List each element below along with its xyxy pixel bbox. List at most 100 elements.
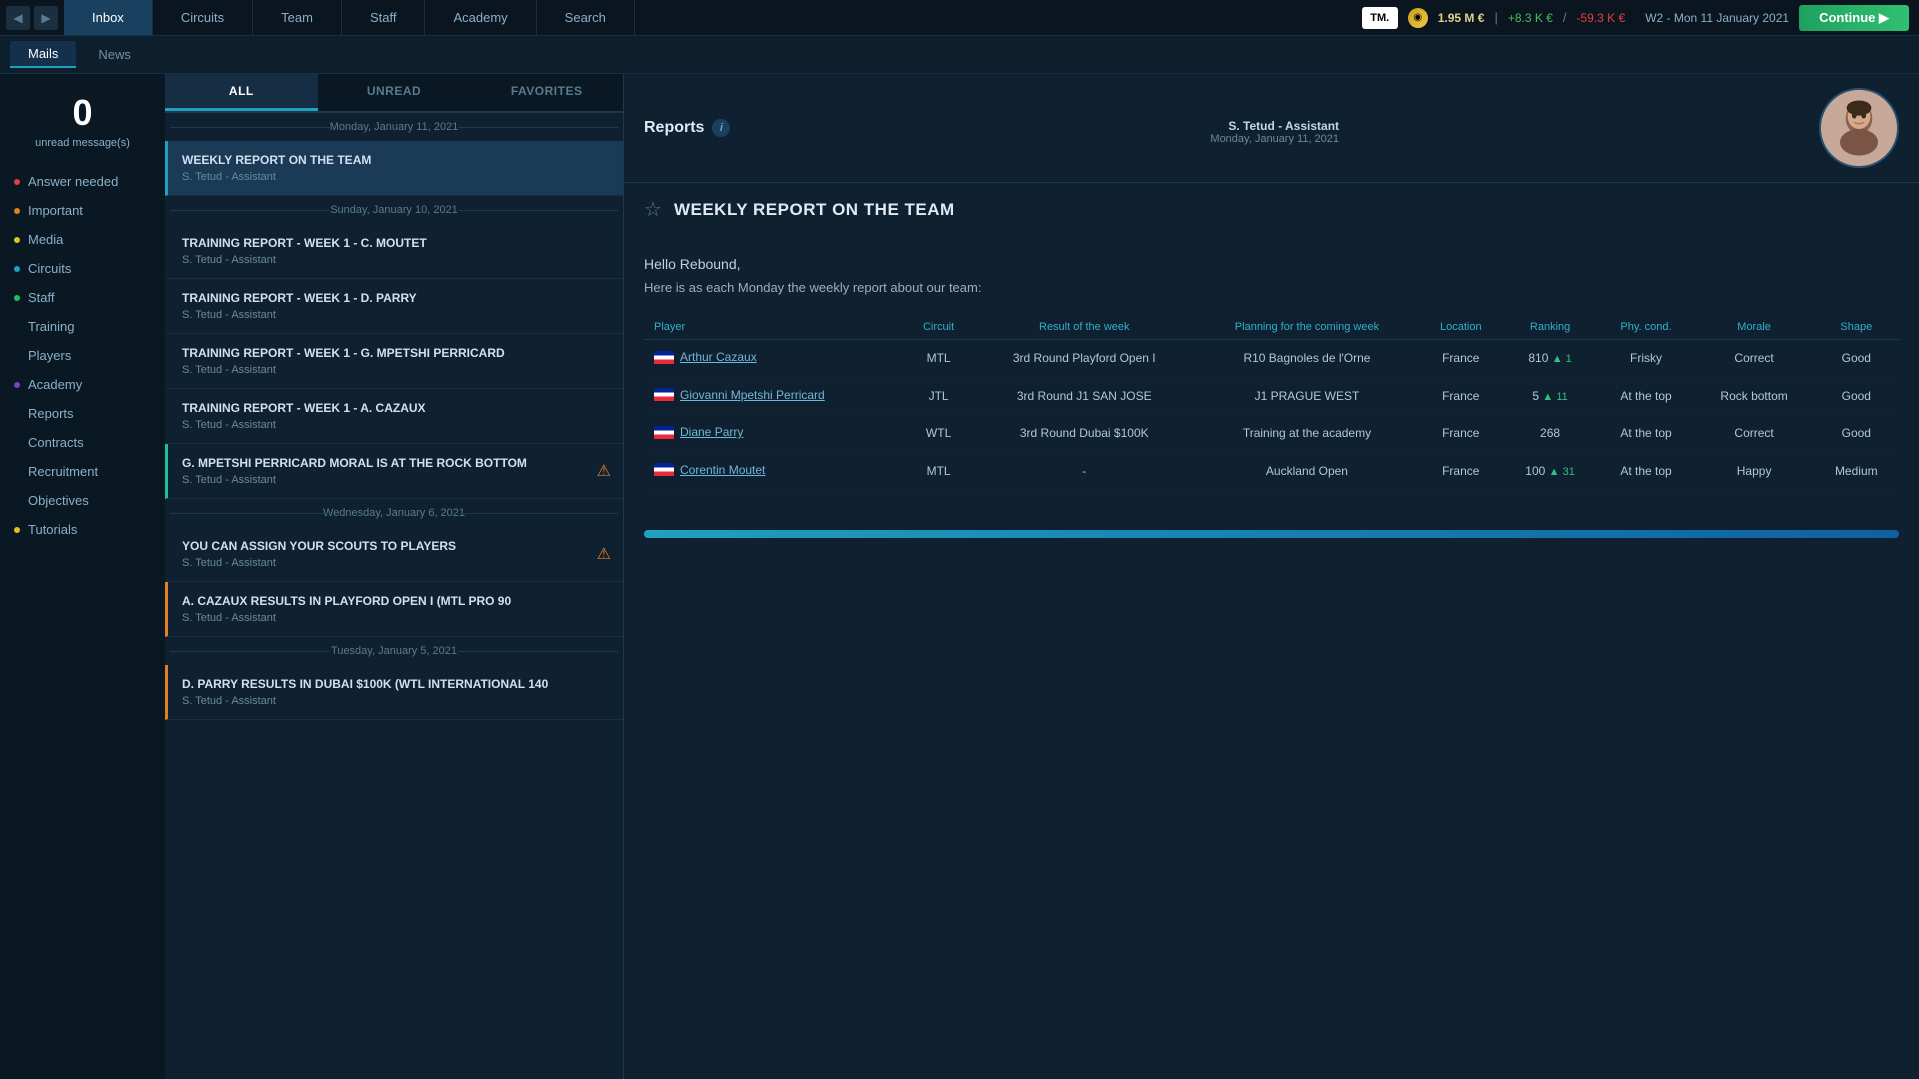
col-location: Location (1419, 315, 1503, 340)
mail-item[interactable]: TRAINING REPORT - WEEK 1 - G. MPETSHI PE… (165, 334, 623, 389)
table-row: Giovanni Mpetshi Perricard JTL3rd Round J… (644, 377, 1899, 415)
sidebar-label: Staff (28, 290, 55, 305)
location-cell: France (1419, 415, 1503, 453)
info-icon[interactable]: i (712, 119, 730, 137)
col-morale: Morale (1695, 315, 1814, 340)
result-cell: 3rd Round J1 SAN JOSE (973, 377, 1195, 415)
avatar (1819, 88, 1899, 168)
sidebar-item-players[interactable]: Players (0, 341, 165, 370)
mail-item-sender: S. Tetud - Assistant (182, 364, 609, 376)
report-header: Reports i S. Tetud - Assistant Monday, J… (624, 74, 1919, 183)
morale-cell: Rock bottom (1695, 377, 1814, 415)
player-link[interactable]: Giovanni Mpetshi Perricard (680, 388, 825, 402)
mail-tab-all[interactable]: ALL (165, 74, 318, 111)
morale-cell: Correct (1695, 340, 1814, 378)
sidebar-item-staff[interactable]: Staff (0, 283, 165, 312)
sidebar-item-circuits[interactable]: Circuits (0, 254, 165, 283)
mail-item[interactable]: TRAINING REPORT - WEEK 1 - A. CAZAUX S. … (165, 389, 623, 444)
sidebar-label: Reports (28, 406, 74, 421)
sidebar-label: Contracts (28, 435, 84, 450)
player-link[interactable]: Diane Parry (680, 425, 743, 439)
shape-cell: Good (1814, 415, 1899, 453)
mail-item[interactable]: D. PARRY RESULTS IN DUBAI $100K (WTL INT… (165, 665, 623, 720)
mail-item[interactable]: TRAINING REPORT - WEEK 1 - C. MOUTET S. … (165, 224, 623, 279)
mail-item[interactable]: G. MPETSHI PERRICARD MORAL IS AT THE ROC… (165, 444, 623, 499)
week-info: W2 - Mon 11 January 2021 (1645, 11, 1789, 25)
nav-tab-inbox[interactable]: Inbox (64, 0, 153, 35)
tab-news[interactable]: News (80, 42, 149, 67)
player-link[interactable]: Arthur Cazaux (680, 350, 757, 364)
sidebar-item-objectives[interactable]: Objectives (0, 486, 165, 515)
sidebar-item-academy[interactable]: Academy (0, 370, 165, 399)
ranking-change: ▲ 31 (1549, 466, 1575, 478)
dot-icon (14, 469, 20, 475)
player-cell: Corentin Moutet (644, 452, 904, 490)
player-link[interactable]: Corentin Moutet (680, 463, 765, 477)
mail-list-panel: ALL UNREAD FAVORITES Monday, January 11,… (165, 74, 623, 1079)
tm-logo: TM. (1362, 7, 1398, 29)
dot-icon (14, 527, 20, 533)
mail-item[interactable]: TRAINING REPORT - WEEK 1 - D. PARRY S. T… (165, 279, 623, 334)
unread-number: 0 (0, 92, 165, 134)
report-title-area: Reports i (644, 119, 730, 137)
nav-tab-search[interactable]: Search (537, 0, 635, 35)
unread-count: 0 unread message(s) (0, 84, 165, 157)
result-cell: 3rd Round Dubai $100K (973, 415, 1195, 453)
morale-cell: Correct (1695, 415, 1814, 453)
sidebar-item-important[interactable]: Important (0, 196, 165, 225)
dot-icon (14, 208, 20, 214)
circuit-cell: MTL (904, 340, 974, 378)
weekly-title: ☆ WEEKLY REPORT ON THE TEAM (624, 183, 1919, 236)
nav-tab-circuits[interactable]: Circuits (153, 0, 253, 35)
mail-item-sender: S. Tetud - Assistant (182, 419, 609, 431)
mail-item-title: G. MPETSHI PERRICARD MORAL IS AT THE ROC… (182, 456, 609, 470)
mail-tabs: ALL UNREAD FAVORITES (165, 74, 623, 113)
sidebar-item-training[interactable]: Training (0, 312, 165, 341)
back-arrow[interactable]: ◀ (6, 6, 30, 30)
avatar-image (1821, 90, 1897, 166)
bottom-bar (644, 530, 1899, 538)
mail-tab-favorites[interactable]: FAVORITES (470, 74, 623, 111)
nav-tab-academy[interactable]: Academy (425, 0, 536, 35)
continue-button[interactable]: Continue ▶ (1799, 5, 1909, 31)
player-cell: Diane Parry (644, 415, 904, 453)
col-player: Player (644, 315, 904, 340)
gain: +8.3 K € (1508, 11, 1553, 25)
circuit-cell: WTL (904, 415, 974, 453)
mail-item[interactable]: YOU CAN ASSIGN YOUR SCOUTS TO PLAYERS S.… (165, 527, 623, 582)
sidebar-item-reports[interactable]: Reports (0, 399, 165, 428)
sidebar-item-recruitment[interactable]: Recruitment (0, 457, 165, 486)
mail-item[interactable]: A. CAZAUX RESULTS IN PLAYFORD OPEN I (MT… (165, 582, 623, 637)
ranking-cell: 810 ▲ 1 (1503, 340, 1598, 378)
flag-icon (654, 351, 674, 364)
dot-icon (14, 382, 20, 388)
sidebar-item-answer-needed[interactable]: Answer needed (0, 167, 165, 196)
phy-cond-cell: At the top (1597, 452, 1694, 490)
sidebar-item-tutorials[interactable]: Tutorials (0, 515, 165, 544)
mail-item-title: D. PARRY RESULTS IN DUBAI $100K (WTL INT… (182, 677, 609, 691)
sidebar-item-media[interactable]: Media (0, 225, 165, 254)
report-title: Reports (644, 119, 704, 137)
col-result: Result of the week (973, 315, 1195, 340)
nav-right: TM. ◉ 1.95 M € | +8.3 K € / -59.3 K € W2… (1362, 5, 1919, 31)
dot-icon (14, 353, 20, 359)
mail-tab-unread[interactable]: UNREAD (318, 74, 471, 111)
table-row: Corentin MoutetMTL-Auckland OpenFrance10… (644, 452, 1899, 490)
mail-item-title: TRAINING REPORT - WEEK 1 - D. PARRY (182, 291, 609, 305)
ranking-cell: 268 (1503, 415, 1598, 453)
mail-item[interactable]: WEEKLY REPORT ON THE TEAM S. Tetud - Ass… (165, 141, 623, 196)
sidebar-item-contracts[interactable]: Contracts (0, 428, 165, 457)
mail-item-title: TRAINING REPORT - WEEK 1 - G. MPETSHI PE… (182, 346, 609, 360)
table-row: Arthur CazauxMTL3rd Round Playford Open … (644, 340, 1899, 378)
circuit-cell: JTL (904, 377, 974, 415)
planning-cell: Auckland Open (1195, 452, 1419, 490)
nav-tab-team[interactable]: Team (253, 0, 342, 35)
nav-arrows: ◀ ▶ (0, 6, 64, 30)
shape-cell: Good (1814, 340, 1899, 378)
flag-icon (654, 426, 674, 439)
tab-mails[interactable]: Mails (10, 41, 76, 68)
nav-tab-staff[interactable]: Staff (342, 0, 426, 35)
ranking-change: ▲ 11 (1542, 391, 1567, 403)
mail-item-title: A. CAZAUX RESULTS IN PLAYFORD OPEN I (MT… (182, 594, 609, 608)
forward-arrow[interactable]: ▶ (34, 6, 58, 30)
